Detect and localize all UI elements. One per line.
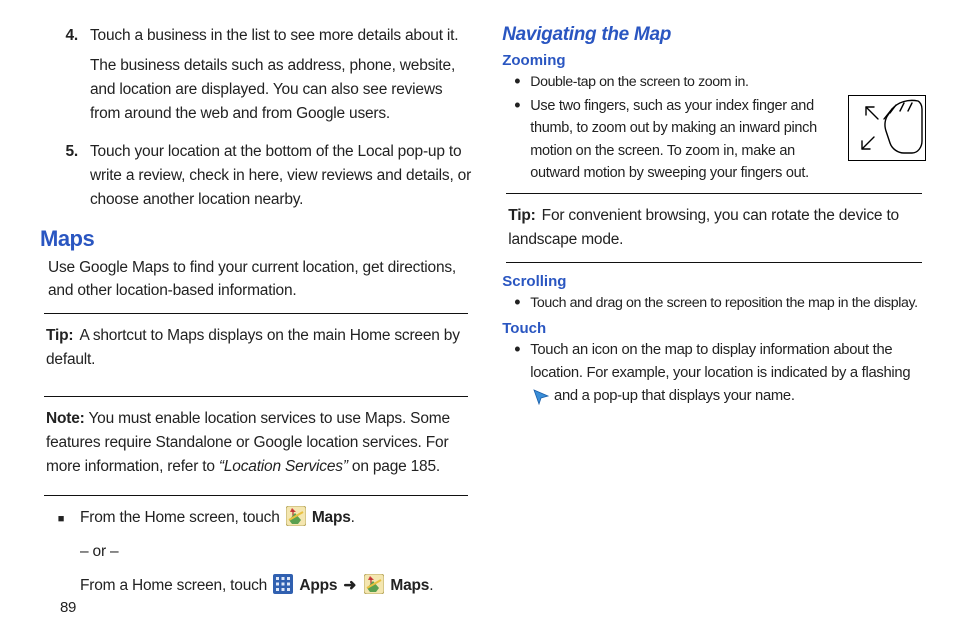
- zoom-bullet-2-text: Use two fingers, such as your index fing…: [530, 95, 842, 185]
- tip-label: Tip:: [46, 327, 73, 344]
- note-block: Note: You must enable location services …: [40, 403, 472, 485]
- maps-intro: Use Google Maps to find your current loc…: [48, 256, 464, 303]
- step-4-line1: Touch a business in the list to see more…: [90, 24, 472, 48]
- or-text: – or –: [80, 540, 472, 564]
- square-bullet-icon: ■: [56, 506, 66, 602]
- touch-bullet-1-body: Touch an icon on the map to display info…: [530, 339, 926, 413]
- zoom-bullet-1: • Double-tap on the screen to zoom in.: [512, 71, 926, 93]
- maps-label: Maps: [312, 509, 351, 526]
- touch-heading: Touch: [502, 320, 926, 337]
- maps-icon: [364, 574, 384, 602]
- step-5-number: 5.: [40, 140, 78, 212]
- apps-label: Apps: [299, 577, 337, 594]
- zoom-bullet-1-text: Double-tap on the screen to zoom in.: [530, 71, 926, 93]
- step-5: 5. Touch your location at the bottom of …: [40, 140, 472, 212]
- bullet-icon: •: [512, 71, 522, 93]
- touch-b1-a: Touch an icon on the map to display info…: [530, 342, 910, 381]
- note-body-b: on page 185.: [348, 458, 440, 475]
- divider: [506, 193, 922, 194]
- zoom-heading: Zooming: [502, 52, 926, 69]
- nav-heading: Navigating the Map: [502, 24, 926, 46]
- divider: [44, 495, 468, 496]
- step-4-number: 4.: [40, 24, 78, 126]
- tip-body-inline: A shortcut to Maps displays on the main …: [46, 327, 460, 368]
- touch-b1-b: and a pop-up that displays your name.: [554, 388, 795, 404]
- launch-line-1: From the Home screen, touch Maps.: [80, 506, 472, 534]
- step-5-text: Touch your location at the bottom of the…: [90, 140, 472, 212]
- bullet-icon: •: [512, 292, 522, 314]
- divider: [506, 262, 922, 263]
- maps-icon: [286, 506, 306, 534]
- step-4: 4. Touch a business in the list to see m…: [40, 24, 472, 126]
- launch-maps-block: ■ From the Home screen, touch Maps.: [56, 506, 472, 602]
- scroll-heading: Scrolling: [502, 273, 926, 290]
- tip-label-right: Tip:: [508, 207, 535, 224]
- maps-heading: Maps: [40, 226, 472, 252]
- scroll-bullet-1: • Touch and drag on the screen to reposi…: [512, 292, 926, 314]
- location-arrow-icon: [531, 387, 549, 413]
- pinch-gesture-icon: [848, 95, 926, 161]
- zoom-bullet-2-body: Use two fingers, such as your index fing…: [530, 95, 926, 185]
- bullet-icon: •: [512, 339, 522, 413]
- tip-body-right: For convenient browsing, you can rotate …: [508, 207, 899, 248]
- bullet-icon: •: [512, 95, 522, 185]
- page-number: 89: [60, 599, 76, 616]
- touch-bullet-1: • Touch an icon on the map to display in…: [512, 339, 926, 413]
- note-body: You must enable location services to use…: [46, 410, 450, 475]
- divider: [44, 313, 468, 314]
- maps-label-2: Maps: [390, 577, 429, 594]
- note-label: Note:: [46, 410, 85, 427]
- scroll-bullet-1-text: Touch and drag on the screen to repositi…: [530, 292, 926, 314]
- step-4-line2: The business details such as address, ph…: [90, 54, 472, 126]
- launch-line-1-text: From the Home screen, touch: [80, 509, 284, 526]
- tip-block: Tip: A shortcut to Maps displays on the …: [40, 320, 472, 378]
- note-ref: “Location Services”: [219, 458, 348, 475]
- step-4-text: Touch a business in the list to see more…: [90, 24, 472, 126]
- launch-line-2-text: From a Home screen, touch: [80, 577, 271, 594]
- apps-icon: [273, 574, 293, 602]
- tip-block-right: Tip: For convenient browsing, you can ro…: [502, 200, 926, 258]
- zoom-bullet-2: • Use two fingers, such as your index fi…: [512, 95, 926, 185]
- divider: [44, 396, 468, 397]
- launch-line-2: From a Home screen, touch Apps ➜: [80, 574, 472, 602]
- arrow: ➜: [343, 577, 356, 594]
